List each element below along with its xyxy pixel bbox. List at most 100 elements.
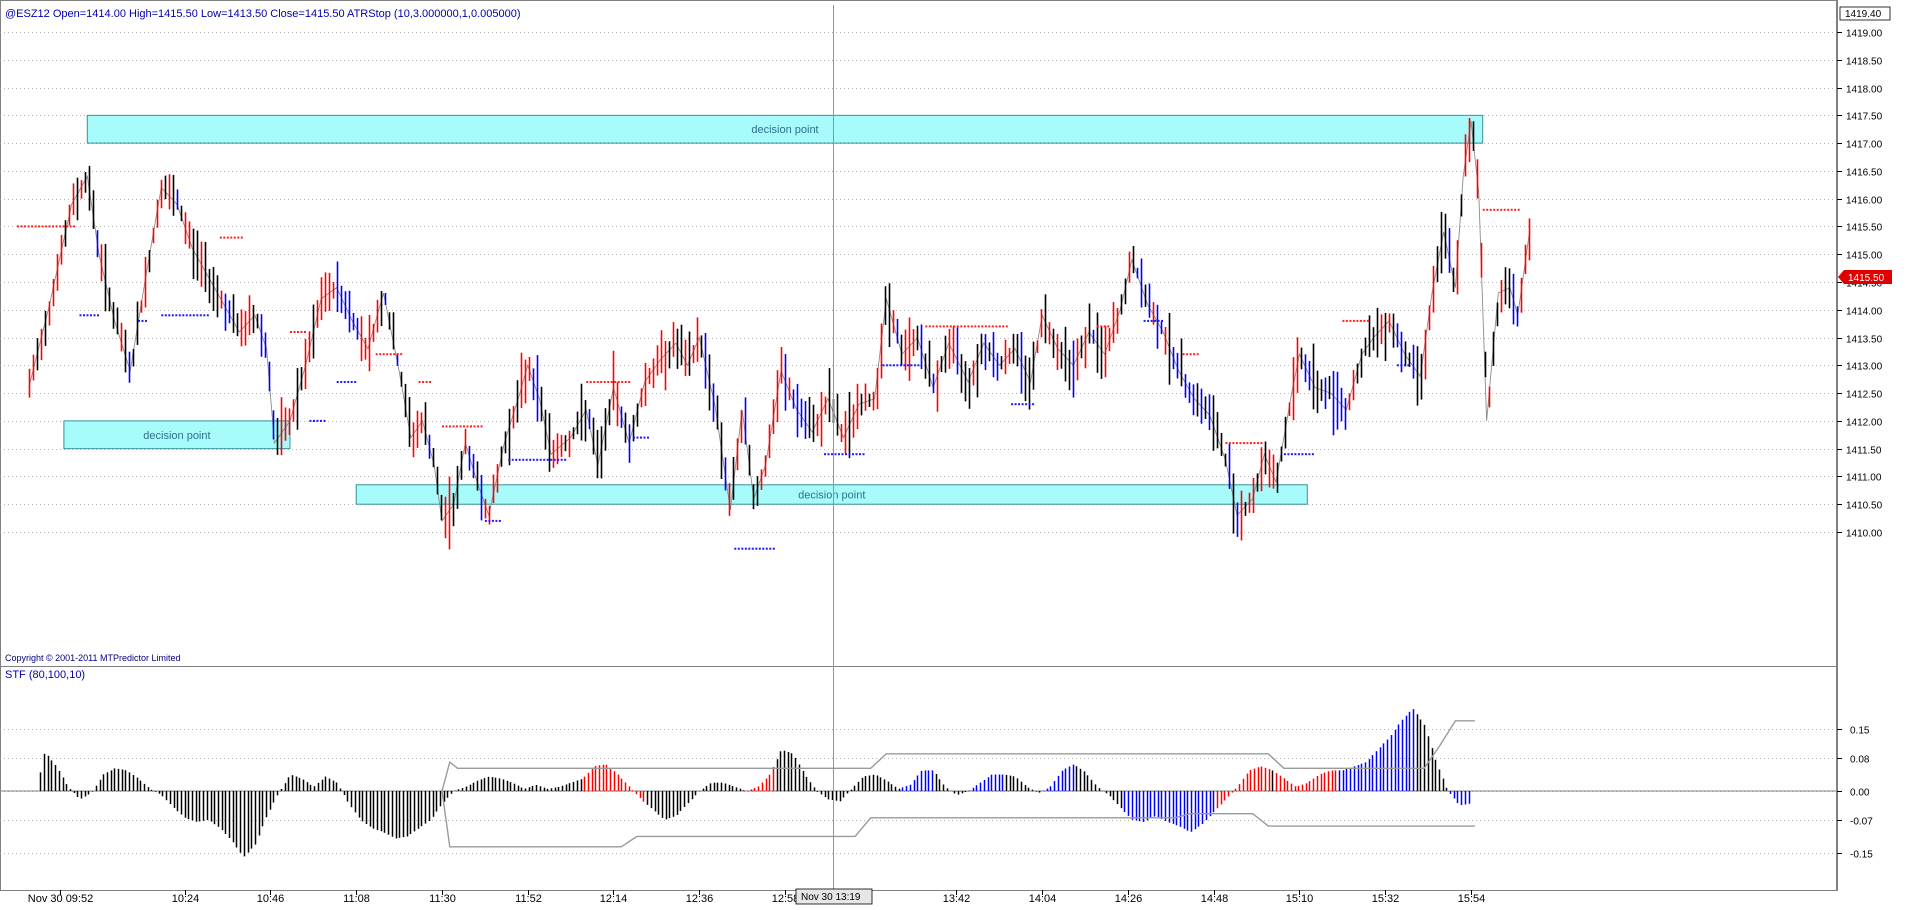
atr-stop-dot bbox=[24, 225, 27, 228]
atr-stop-dot bbox=[1493, 208, 1496, 211]
atr-stop-dot bbox=[939, 325, 942, 328]
atr-stop-dot bbox=[543, 458, 546, 461]
atr-stop-dot bbox=[1283, 453, 1286, 456]
atr-stop-dot bbox=[885, 364, 888, 367]
atr-stop-dot bbox=[1002, 325, 1005, 328]
atr-stop-dot bbox=[852, 453, 854, 456]
atr-stop-dot bbox=[967, 325, 970, 328]
price-tick-label: 1416.00 bbox=[1846, 196, 1883, 207]
atr-stop-dot bbox=[1290, 453, 1293, 456]
atr-stop-dot bbox=[313, 419, 315, 422]
atr-stop-dot bbox=[607, 381, 610, 383]
trading-chart[interactable]: decision point decision point decision poi… bbox=[0, 0, 1908, 910]
atr-stop-dot bbox=[452, 425, 455, 428]
atr-stop-dot bbox=[73, 225, 76, 228]
atr-stop-dot bbox=[38, 225, 41, 228]
atr-stop-dot bbox=[845, 453, 847, 456]
atr-stop-dot bbox=[1018, 403, 1021, 406]
atr-stop-dot bbox=[988, 325, 991, 328]
atr-stop-dot bbox=[386, 353, 389, 356]
decision-zone-label: decision point bbox=[751, 124, 818, 136]
stf-tick-label: -0.07 bbox=[1850, 817, 1873, 828]
time-tick-label: 14:26 bbox=[1115, 893, 1143, 905]
atr-stop-dot bbox=[1366, 319, 1369, 322]
atr-stop-dot bbox=[1242, 442, 1245, 445]
atr-stop-dot bbox=[1396, 364, 1399, 367]
atr-stop-dot bbox=[1363, 319, 1366, 322]
atr-stop-dot bbox=[508, 458, 511, 461]
atr-stop-dot bbox=[963, 325, 966, 328]
atr-stop-dot bbox=[913, 364, 916, 367]
atr-stop-dot bbox=[48, 225, 51, 228]
atr-stop-dot bbox=[1345, 319, 1348, 322]
atr-stop-dot bbox=[336, 381, 339, 383]
atr-stop-dot bbox=[1028, 403, 1031, 406]
atr-stop-dot bbox=[199, 314, 202, 317]
atr-stop-dot bbox=[525, 458, 528, 461]
atr-stop-dot bbox=[640, 436, 642, 439]
atr-stop-dot bbox=[93, 314, 96, 317]
atr-stop-dot bbox=[942, 325, 945, 328]
atr-stop-dot bbox=[539, 458, 542, 461]
atr-stop-dot bbox=[418, 381, 421, 383]
atr-stop-dot bbox=[831, 453, 833, 456]
atr-stop-dot bbox=[393, 353, 396, 356]
atr-stop-dot bbox=[52, 225, 55, 228]
atr-stop-dot bbox=[737, 547, 740, 550]
atr-stop-dot bbox=[824, 453, 826, 456]
stf-tick-label: 0.00 bbox=[1850, 788, 1870, 799]
atr-stop-dot bbox=[1503, 208, 1506, 211]
atr-stop-dot bbox=[560, 458, 563, 461]
time-tick-label: 10:24 bbox=[172, 893, 200, 905]
atr-stop-dot bbox=[1014, 403, 1017, 406]
atr-stop-dot bbox=[1143, 319, 1146, 322]
atr-stop-dot bbox=[593, 381, 596, 383]
atr-stop-dot bbox=[758, 547, 761, 550]
time-tick-label: 15:32 bbox=[1372, 893, 1400, 905]
atr-stop-dot bbox=[1103, 325, 1106, 328]
crosshair-time-label: Nov 30 13:19 bbox=[801, 892, 861, 903]
atr-stop-dot bbox=[977, 325, 980, 328]
atr-stop-dot bbox=[230, 236, 233, 239]
atr-stop-dot bbox=[477, 425, 479, 428]
atr-stop-dot bbox=[293, 331, 296, 333]
atr-stop-dot bbox=[233, 236, 236, 239]
atr-stop-dot bbox=[304, 331, 306, 333]
atr-stop-dot bbox=[1308, 453, 1311, 456]
atr-stop-dot bbox=[1359, 319, 1362, 322]
atr-stop-dot bbox=[1407, 364, 1410, 367]
atr-stop-dot bbox=[925, 325, 928, 328]
atr-stop-dot bbox=[347, 381, 350, 383]
atr-stop-dot bbox=[1297, 453, 1300, 456]
price-tick-label: 1414.00 bbox=[1846, 307, 1883, 318]
atr-stop-dot bbox=[960, 325, 963, 328]
atr-stop-dot bbox=[946, 325, 949, 328]
atr-stop-dot bbox=[1403, 364, 1406, 367]
atr-stop-dot bbox=[175, 314, 178, 317]
atr-stop-dot bbox=[903, 364, 906, 367]
atr-stop-dot bbox=[1100, 325, 1103, 328]
atr-stop-dot bbox=[1507, 208, 1510, 211]
time-tick-label: 11:08 bbox=[343, 893, 370, 905]
time-tick-label: 14:04 bbox=[1029, 893, 1057, 905]
atr-stop-dot bbox=[1193, 353, 1196, 356]
stf-tick-label: 0.15 bbox=[1850, 726, 1870, 737]
atr-stop-dot bbox=[1311, 453, 1314, 456]
atr-stop-dot bbox=[1517, 208, 1520, 211]
atr-stop-dot bbox=[498, 519, 501, 522]
atr-stop-dot bbox=[290, 331, 292, 333]
price-tick-label: 1418.00 bbox=[1846, 85, 1883, 96]
atr-stop-dot bbox=[164, 314, 167, 317]
atr-stop-dot bbox=[1196, 353, 1199, 356]
atr-stop-dot bbox=[379, 353, 382, 356]
atr-stop-dot bbox=[41, 225, 44, 228]
atr-stop-dot bbox=[855, 453, 858, 456]
atr-stop-dot bbox=[1356, 319, 1359, 322]
atr-stop-dot bbox=[765, 547, 768, 550]
time-tick-label: 12:36 bbox=[686, 893, 714, 905]
atr-stop-dot bbox=[995, 325, 998, 328]
atr-stop-dot bbox=[744, 547, 747, 550]
atr-stop-dot bbox=[882, 364, 885, 367]
price-tick-label: 1417.00 bbox=[1846, 140, 1883, 151]
atr-stop-dot bbox=[1352, 319, 1355, 322]
